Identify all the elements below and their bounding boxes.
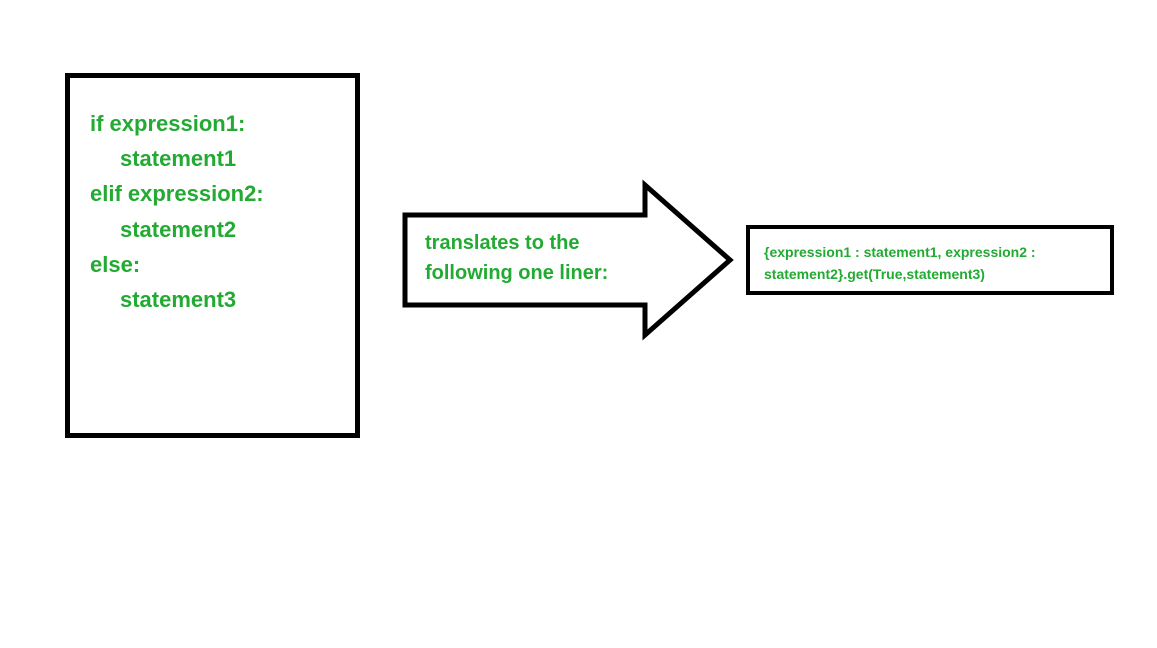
oneliner-line2: statement2}.get(True,statement3)	[764, 263, 1096, 285]
arrow-text-line2: following one liner:	[425, 258, 635, 288]
code-line-statement3: statement3	[90, 282, 335, 317]
arrow-label: translates to the following one liner:	[425, 228, 635, 288]
code-line-if: if expression1:	[90, 106, 335, 141]
code-box-right: {expression1 : statement1, expression2 :…	[746, 225, 1114, 295]
code-box-left: if expression1: statement1 elif expressi…	[65, 73, 360, 438]
code-block: if expression1: statement1 elif expressi…	[90, 106, 335, 317]
code-line-statement2: statement2	[90, 212, 335, 247]
oneliner-code: {expression1 : statement1, expression2 :…	[764, 241, 1096, 286]
code-line-else: else:	[90, 247, 335, 282]
code-line-elif: elif expression2:	[90, 176, 335, 211]
arrow-container: translates to the following one liner:	[395, 175, 735, 345]
arrow-text-line1: translates to the	[425, 228, 635, 258]
oneliner-line1: {expression1 : statement1, expression2 :	[764, 241, 1096, 263]
code-line-statement1: statement1	[90, 141, 335, 176]
